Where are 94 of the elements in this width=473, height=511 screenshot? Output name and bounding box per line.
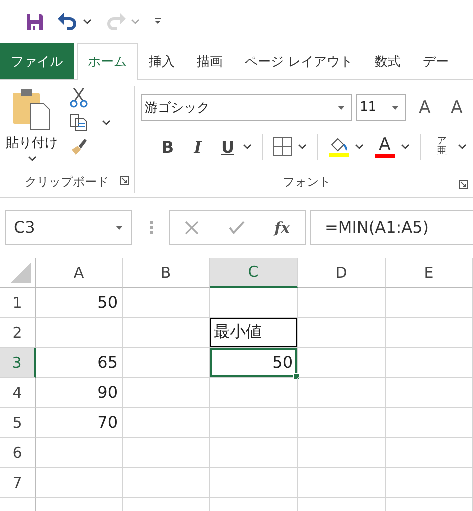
caret-icon[interactable] (401, 144, 410, 150)
ribbon-tab[interactable]: ホーム (77, 43, 138, 80)
table-cell[interactable] (210, 378, 298, 408)
caret-icon[interactable] (458, 144, 467, 150)
table-cell[interactable] (123, 318, 210, 348)
file-tab[interactable]: ファイル (0, 43, 74, 79)
underline-button[interactable]: U (213, 138, 243, 156)
caret-icon[interactable] (298, 144, 307, 150)
table-cell[interactable] (298, 408, 386, 438)
column-header[interactable]: A (36, 258, 123, 288)
table-cell[interactable]: 65 (36, 348, 123, 378)
ribbon-tab[interactable]: 数式 (364, 43, 412, 79)
font-name-field[interactable]: 游ゴシック (141, 94, 352, 121)
bold-button[interactable]: B (153, 138, 183, 156)
undo-icon[interactable] (58, 13, 78, 30)
font-color-button[interactable]: A (374, 136, 396, 158)
shrink-font-button[interactable]: A (444, 98, 470, 118)
table-cell[interactable] (386, 468, 473, 498)
insert-function-button[interactable]: fx (274, 218, 290, 236)
checkmark-icon[interactable] (228, 221, 245, 234)
fill-color-button[interactable] (328, 137, 350, 157)
table-cell[interactable] (386, 348, 473, 378)
table-cell[interactable] (386, 318, 473, 348)
row-header[interactable]: 6 (0, 438, 36, 468)
table-cell[interactable] (298, 378, 386, 408)
phonetic-button[interactable]: ア 亜 (431, 137, 453, 157)
dropdown-arrow-icon[interactable] (338, 106, 345, 110)
table-cell[interactable] (210, 288, 298, 318)
borders-icon[interactable] (273, 137, 293, 157)
table-cell[interactable] (298, 438, 386, 468)
group-label: クリップボード (24, 174, 110, 190)
scissors-icon[interactable] (70, 88, 88, 108)
column-header[interactable]: E (386, 258, 473, 288)
caret-icon[interactable] (102, 120, 111, 126)
copy-icon[interactable] (70, 114, 88, 132)
row-header[interactable]: 3 (0, 348, 36, 378)
table-cell[interactable] (210, 408, 298, 438)
clipboard-icon (13, 88, 51, 130)
ribbon-tab[interactable]: 描画 (186, 43, 234, 79)
table-cell[interactable] (386, 408, 473, 438)
table-cell[interactable] (298, 318, 386, 348)
grip-icon[interactable] (150, 221, 153, 234)
table-cell[interactable] (36, 318, 123, 348)
table-cell[interactable] (386, 438, 473, 468)
table-cell[interactable] (210, 468, 298, 498)
cancel-icon[interactable] (184, 220, 199, 234)
table-cell[interactable] (298, 468, 386, 498)
table-cell[interactable] (36, 468, 123, 498)
table-cell[interactable] (123, 438, 210, 468)
select-all-icon[interactable] (11, 263, 31, 283)
table-cell[interactable] (123, 288, 210, 318)
ribbon-tab[interactable]: ページ レイアウト (234, 43, 364, 79)
ribbon-tab[interactable]: 挿入 (138, 43, 186, 79)
caret-icon[interactable] (28, 156, 36, 162)
table-cell[interactable] (386, 378, 473, 408)
table-cell[interactable] (123, 348, 210, 378)
table-cell[interactable] (210, 438, 298, 468)
paste-button[interactable]: 貼り付け (0, 86, 64, 171)
table-cell[interactable] (298, 348, 386, 378)
table-cell[interactable]: 70 (36, 408, 123, 438)
row-header[interactable]: 5 (0, 408, 36, 438)
table-cell[interactable] (123, 378, 210, 408)
customize-icon[interactable] (154, 18, 162, 25)
active-cell[interactable]: 50 (210, 348, 298, 378)
caret-icon[interactable] (355, 144, 364, 150)
row-header[interactable]: 4 (0, 378, 36, 408)
formula-field[interactable]: =MIN(A1:A5) (310, 210, 473, 245)
column-header[interactable]: D (298, 258, 386, 288)
fill-handle[interactable] (293, 373, 300, 380)
row-header[interactable]: 7 (0, 468, 36, 498)
name-box[interactable]: C3 (5, 210, 132, 245)
table-cell[interactable]: 最小値 (210, 318, 298, 348)
column-header[interactable]: C (210, 258, 298, 288)
caret-icon[interactable] (83, 18, 92, 24)
dropdown-arrow-icon[interactable] (392, 106, 399, 110)
italic-button[interactable]: I (183, 138, 213, 156)
table-cell[interactable] (36, 438, 123, 468)
table-cell[interactable] (386, 288, 473, 318)
ribbon-tab[interactable]: デー (412, 43, 460, 79)
dialog-launcher-icon[interactable] (120, 176, 129, 185)
save-icon[interactable] (26, 12, 44, 30)
row-header[interactable]: 1 (0, 288, 36, 318)
dropdown-arrow-icon[interactable] (116, 226, 123, 230)
dialog-launcher-icon[interactable] (459, 180, 468, 189)
table-cell[interactable]: 90 (36, 378, 123, 408)
table-cell[interactable] (123, 408, 210, 438)
grow-font-button[interactable]: A (412, 98, 438, 118)
format-painter-icon[interactable] (70, 138, 88, 156)
table-cell[interactable] (123, 468, 210, 498)
group-label: フォント (282, 174, 332, 190)
table-cell[interactable]: 50 (36, 288, 123, 318)
font-size-field[interactable]: 11 (356, 94, 406, 121)
table-cell[interactable] (298, 288, 386, 318)
caret-icon[interactable] (243, 144, 252, 150)
